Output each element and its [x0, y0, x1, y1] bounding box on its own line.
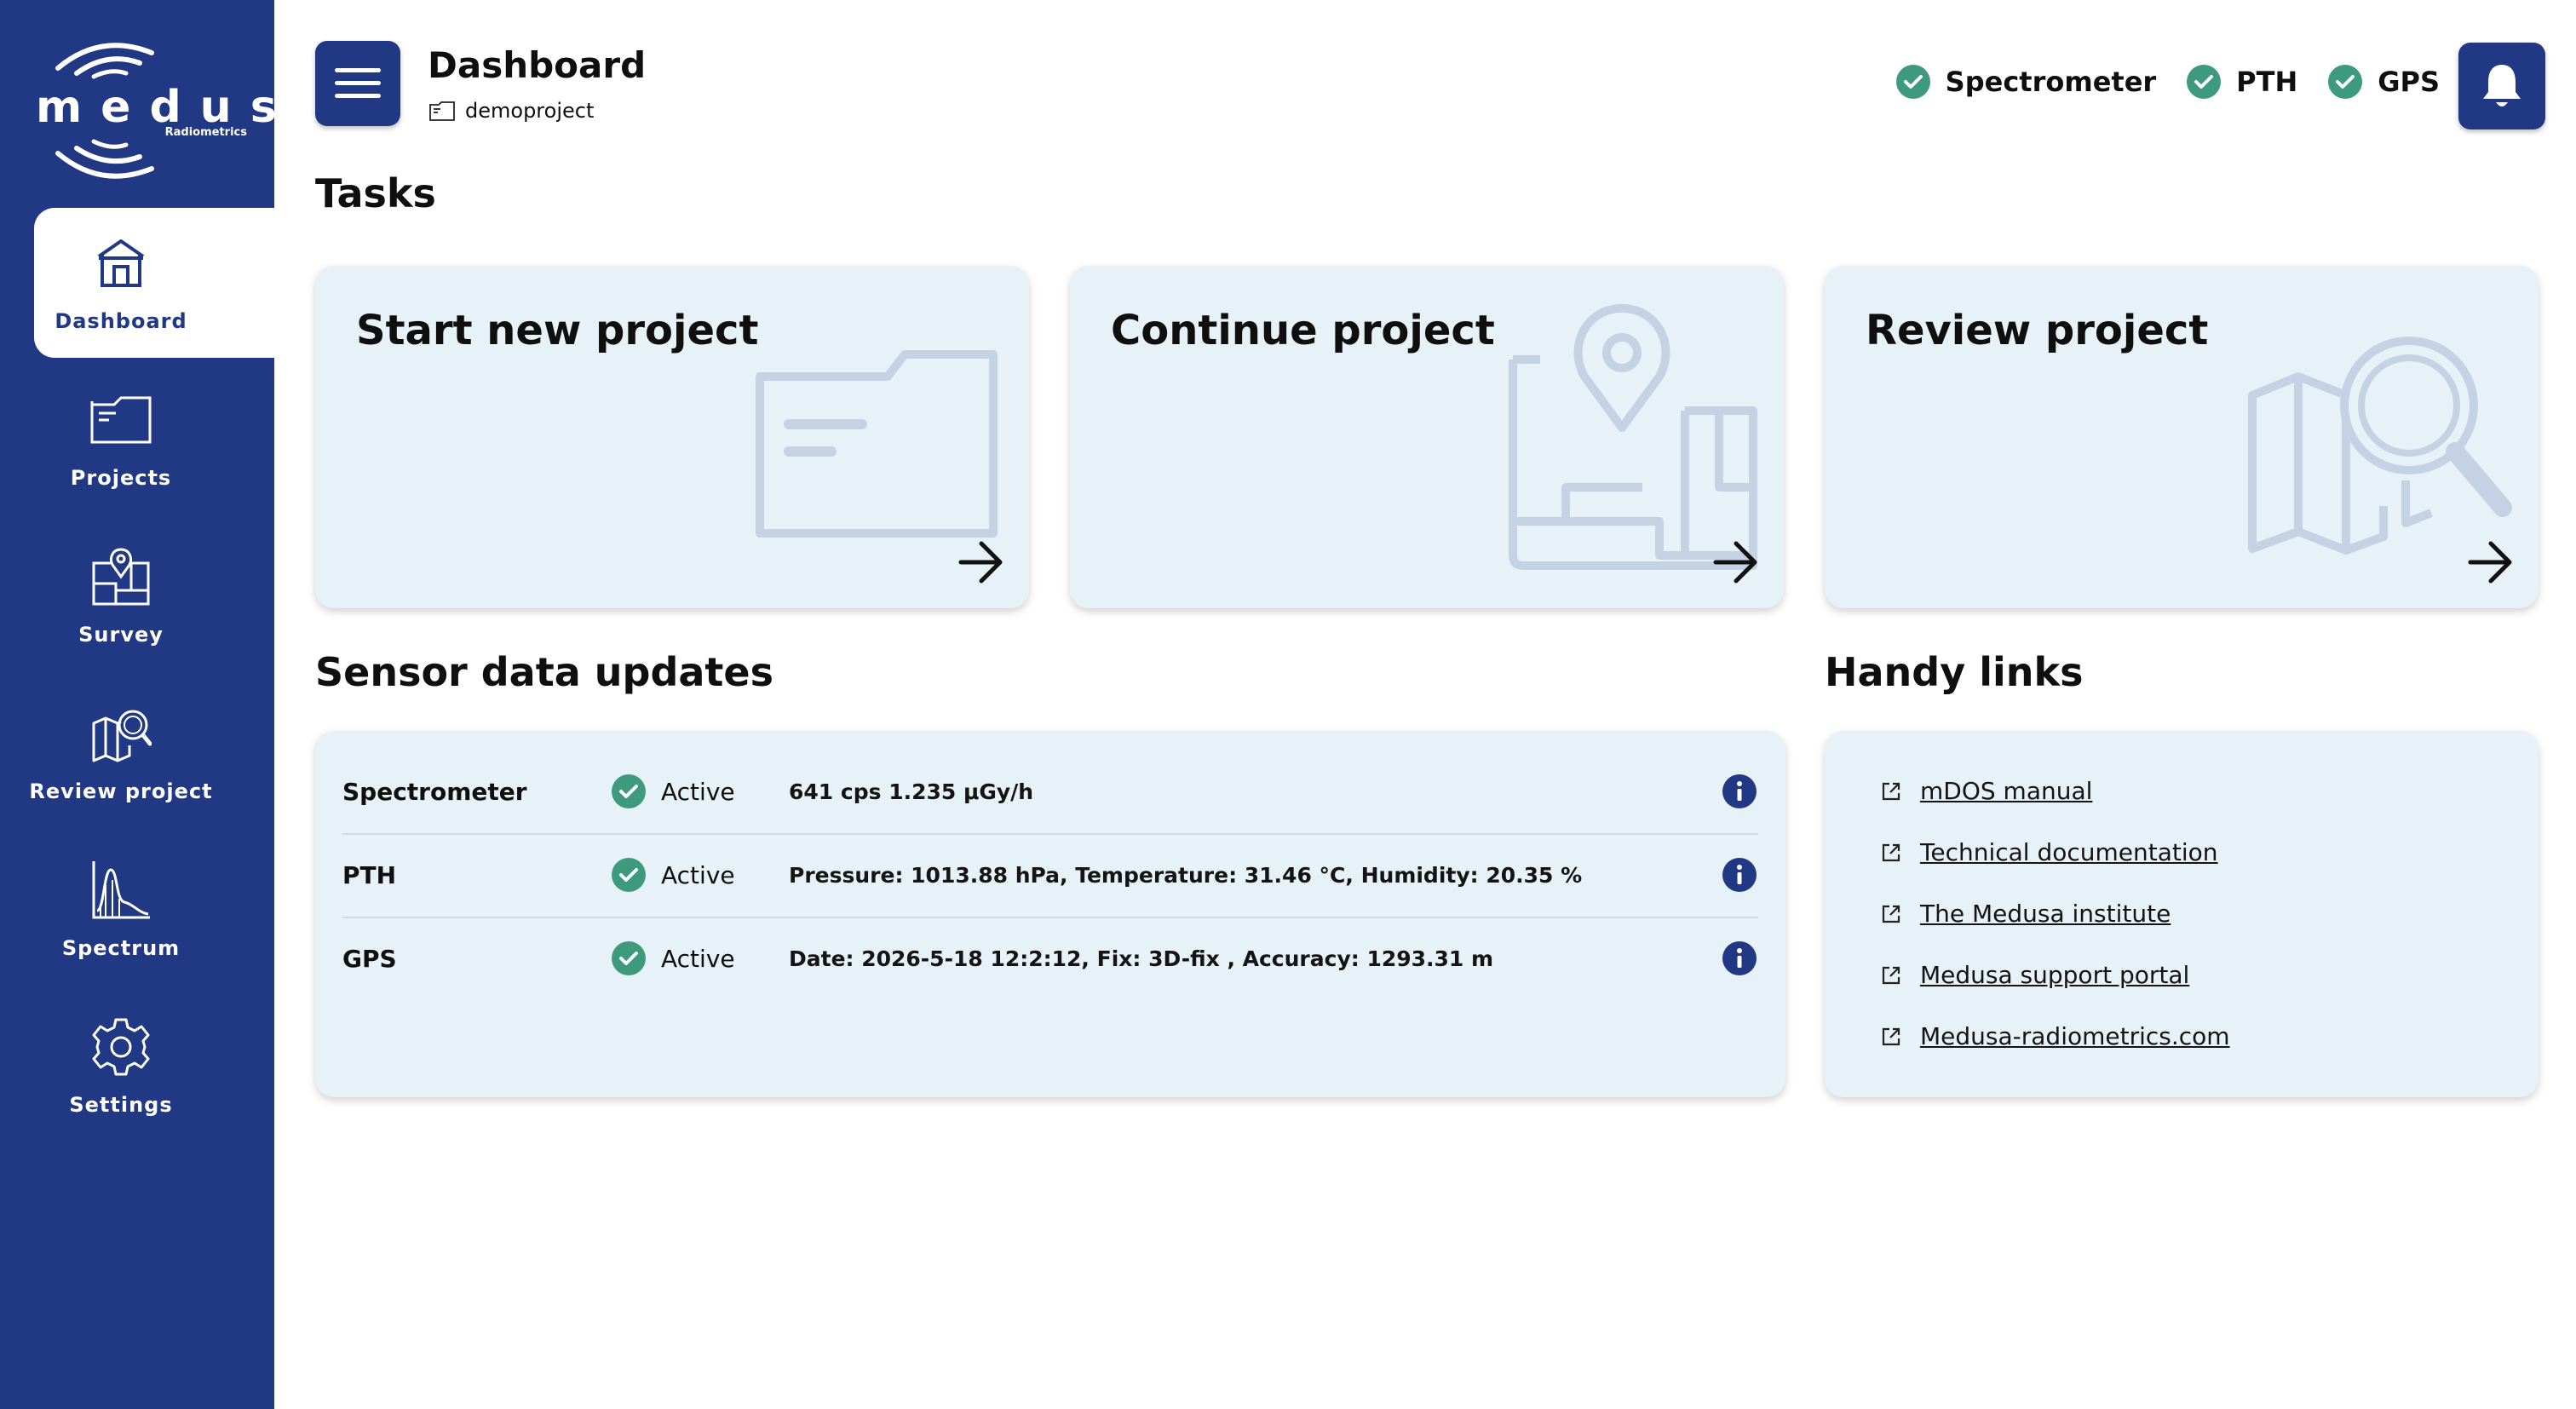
external-link-icon [1882, 1027, 1900, 1045]
sidebar-item-label: Review project [29, 779, 213, 803]
menu-button[interactable] [315, 41, 400, 126]
tasks-heading: Tasks [315, 170, 436, 216]
sensor-name: GPS [342, 944, 397, 973]
bell-icon [2483, 65, 2521, 106]
survey-map-icon [92, 548, 150, 606]
sidebar: medusa Radiometrics Dashboard Projects S… [0, 0, 344, 1409]
sidebar-item-survey[interactable]: Survey [34, 521, 274, 671]
sensor-state: Active [612, 941, 789, 975]
sidebar-item-label: Dashboard [55, 309, 187, 333]
folder-illustration-icon [756, 350, 998, 538]
info-icon[interactable] [1721, 856, 1758, 894]
sidebar-item-spectrum[interactable]: Spectrum [34, 835, 274, 985]
medusa-logo: medusa Radiometrics [24, 34, 344, 187]
sidebar-item-label: Settings [69, 1093, 173, 1117]
sensor-row-pth: PTH Active Pressure: 1013.88 hPa, Temper… [342, 833, 1758, 918]
status-label: Spectrometer [1945, 66, 2157, 98]
logo-subtitle: Radiometrics [164, 126, 247, 139]
check-circle-icon [1895, 65, 1930, 99]
page-title: Dashboard [428, 44, 647, 86]
info-icon[interactable] [1721, 773, 1758, 810]
status-gps: GPS [2328, 65, 2440, 99]
gear-icon [92, 1018, 150, 1076]
spectrum-chart-icon [92, 861, 150, 919]
link-technical-documentation[interactable]: Technical documentation [1881, 838, 2218, 866]
map-pin-illustration-icon [1509, 304, 1757, 570]
handy-links-panel: mDOS manual Technical documentation The … [1825, 731, 2539, 1097]
sensor-value: Date: 2026-5-18 12:2:12, Fix: 3D-fix , A… [789, 946, 1494, 971]
sensor-name: Spectrometer [342, 777, 527, 806]
sensor-row-spectrometer: Spectrometer Active 641 cps 1.235 μGy/h [342, 750, 1758, 835]
card-title: Start new project [356, 307, 759, 354]
sensor-state: Active [612, 858, 789, 892]
status-spectrometer: Spectrometer [1895, 65, 2157, 99]
folder-icon [90, 396, 152, 444]
start-new-project-card[interactable]: Start new project [315, 266, 1029, 608]
link-medusa-radiometrics[interactable]: Medusa-radiometrics.com [1881, 1022, 2230, 1050]
card-title: Review project [1866, 307, 2209, 354]
status-label: GPS [2378, 66, 2440, 98]
sensor-data-heading: Sensor data updates [315, 649, 773, 695]
sidebar-item-label: Spectrum [61, 936, 181, 960]
sidebar-item-dashboard[interactable]: Dashboard [34, 208, 274, 358]
external-link-icon [1882, 843, 1900, 861]
home-icon [97, 239, 145, 287]
sensor-name: PTH [342, 860, 397, 889]
check-circle-icon [612, 941, 646, 975]
current-project: demoproject [429, 99, 594, 123]
external-link-icon [1882, 905, 1900, 923]
sensor-status-bar: Spectrometer PTH GPS [1895, 65, 2440, 99]
continue-project-card[interactable]: Continue project [1070, 266, 1784, 608]
card-title: Continue project [1111, 307, 1495, 354]
folder-icon [429, 101, 455, 121]
check-circle-icon [612, 858, 646, 892]
link-label: The Medusa institute [1920, 900, 2171, 928]
arrow-right-icon [958, 541, 1003, 584]
info-icon[interactable] [1721, 940, 1758, 977]
link-label: Medusa support portal [1920, 961, 2190, 989]
arrow-right-icon [2468, 541, 2512, 584]
sidebar-item-label: Survey [78, 623, 164, 647]
link-label: Medusa-radiometrics.com [1920, 1022, 2230, 1050]
project-name: demoproject [465, 99, 595, 123]
link-label: Technical documentation [1920, 838, 2218, 866]
map-search-icon [92, 710, 152, 762]
sidebar-item-settings[interactable]: Settings [34, 992, 274, 1142]
sensor-state-label: Active [661, 944, 735, 973]
sensor-value: Pressure: 1013.88 hPa, Temperature: 31.4… [789, 862, 1583, 888]
link-support-portal[interactable]: Medusa support portal [1881, 961, 2189, 989]
sidebar-item-label: Projects [70, 466, 172, 490]
sensor-value: 641 cps 1.235 μGy/h [789, 779, 1034, 804]
link-label: mDOS manual [1920, 777, 2093, 805]
status-label: PTH [2236, 66, 2298, 98]
sensor-state-label: Active [661, 777, 735, 806]
sidebar-item-projects[interactable]: Projects [34, 365, 274, 515]
external-link-icon [1882, 966, 1900, 984]
sidebar-item-review-project[interactable]: Review project [29, 678, 274, 828]
notifications-button[interactable] [2458, 43, 2545, 129]
sensor-row-gps: GPS Active Date: 2026-5-18 12:2:12, Fix:… [342, 917, 1758, 1000]
check-circle-icon [2187, 65, 2222, 99]
status-pth: PTH [2187, 65, 2297, 99]
arrow-right-icon [1713, 541, 1757, 584]
hamburger-icon [335, 68, 381, 98]
check-circle-icon [2328, 65, 2363, 99]
handy-links-heading: Handy links [1825, 649, 2084, 695]
sensor-state-label: Active [661, 860, 735, 889]
map-search-illustration-icon [2248, 336, 2512, 555]
link-mdos-manual[interactable]: mDOS manual [1881, 777, 2092, 805]
logo-wordmark: medusa [36, 82, 344, 133]
sensor-data-panel: Spectrometer Active 641 cps 1.235 μGy/h … [315, 731, 1785, 1097]
link-medusa-institute[interactable]: The Medusa institute [1881, 900, 2171, 928]
review-project-card[interactable]: Review project [1825, 266, 2539, 608]
external-link-icon [1882, 782, 1900, 800]
sensor-state: Active [612, 774, 789, 808]
check-circle-icon [612, 774, 646, 808]
